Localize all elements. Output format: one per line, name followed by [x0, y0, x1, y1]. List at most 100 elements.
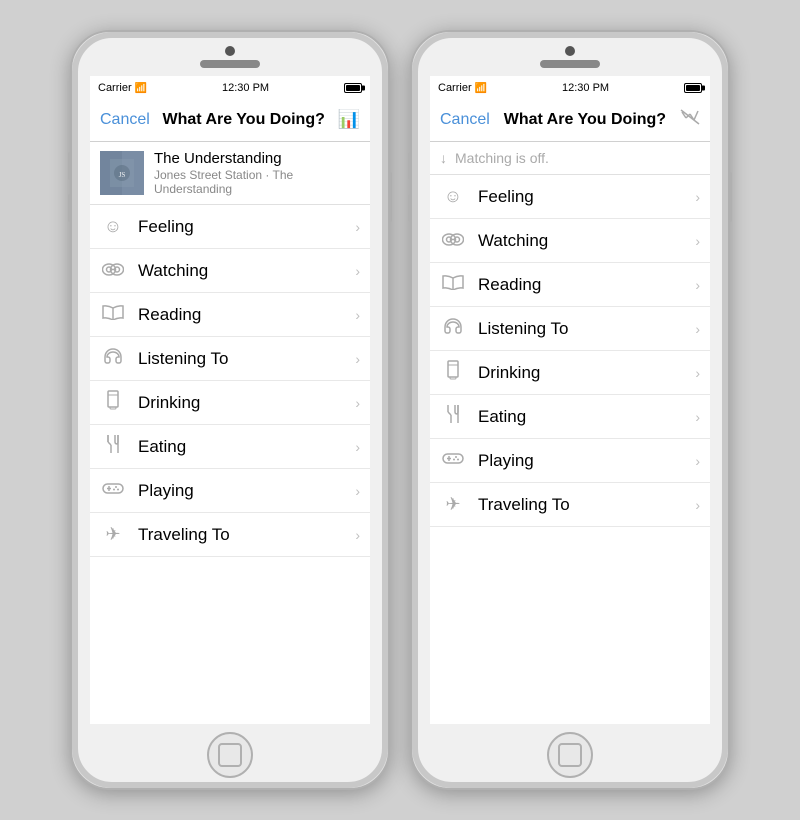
matching-arrow-icon: ↓ — [440, 150, 447, 166]
nav-title-2: What Are You Doing? — [504, 111, 666, 129]
traveling-label-2: Traveling To — [478, 495, 683, 515]
chart-disabled-icon-2[interactable] — [680, 108, 700, 131]
list-item-playing-2[interactable]: Playing › — [430, 439, 710, 483]
music-info: The Understanding Jones Street Station ·… — [154, 150, 360, 196]
music-title: The Understanding — [154, 150, 360, 167]
battery-icon-2 — [684, 83, 702, 93]
chevron-drinking-1: › — [355, 395, 360, 411]
chevron-playing-2: › — [695, 453, 700, 469]
side-button-volume-2 — [408, 194, 412, 222]
chevron-feeling-1: › — [355, 219, 360, 235]
home-button-2[interactable] — [547, 732, 593, 778]
side-button-power — [388, 172, 392, 222]
list-item-reading-1[interactable]: Reading › — [90, 293, 370, 337]
chevron-eating-2: › — [695, 409, 700, 425]
eating-icon-1 — [100, 434, 126, 459]
nav-bar-1: Cancel What Are You Doing? 📊 — [90, 98, 370, 142]
music-item[interactable]: JS The Understanding Jones Street Statio… — [90, 142, 370, 205]
time-label-2: 12:30 PM — [562, 82, 609, 94]
battery-fill-2 — [686, 85, 700, 91]
watching-icon-2 — [440, 230, 466, 251]
matching-off-banner: ↓ Matching is off. — [430, 142, 710, 175]
music-subtitle: Jones Street Station · The Understanding — [154, 168, 360, 196]
chevron-listening-2: › — [695, 321, 700, 337]
reading-icon-2 — [440, 274, 466, 295]
feeling-label-1: Feeling — [138, 217, 343, 237]
eating-label-2: Eating — [478, 407, 683, 427]
activity-list-2: ☺ Feeling › Watching — [430, 175, 710, 527]
watching-label-1: Watching — [138, 261, 343, 281]
phone-1-screen: Carrier 📶 12:30 PM Cancel What Are You D… — [90, 76, 370, 724]
status-bar-2: Carrier 📶 12:30 PM — [430, 76, 710, 98]
list-item-feeling-2[interactable]: ☺ Feeling › — [430, 175, 710, 219]
listening-label-1: Listening To — [138, 349, 343, 369]
list-item-reading-2[interactable]: Reading › — [430, 263, 710, 307]
feeling-label-2: Feeling — [478, 187, 683, 207]
chevron-traveling-2: › — [695, 497, 700, 513]
list-item-traveling-2[interactable]: ✈ Traveling To › — [430, 483, 710, 527]
front-camera — [225, 46, 235, 56]
cancel-button-2[interactable]: Cancel — [440, 111, 490, 129]
front-camera-2 — [565, 46, 575, 56]
listening-label-2: Listening To — [478, 319, 683, 339]
nav-bar-2: Cancel What Are You Doing? — [430, 98, 710, 142]
side-button-mute-2 — [408, 152, 412, 180]
traveling-icon-2: ✈ — [440, 494, 466, 515]
chevron-watching-2: › — [695, 233, 700, 249]
svg-text:JS: JS — [119, 171, 126, 179]
list-item-watching-1[interactable]: Watching › — [90, 249, 370, 293]
battery-icon — [344, 83, 362, 93]
chevron-eating-1: › — [355, 439, 360, 455]
chart-icon-1[interactable]: 📊 — [338, 109, 360, 130]
traveling-label-1: Traveling To — [138, 525, 343, 545]
home-button-1[interactable] — [207, 732, 253, 778]
chevron-feeling-2: › — [695, 189, 700, 205]
album-art: JS — [100, 151, 144, 195]
watching-label-2: Watching — [478, 231, 683, 251]
listening-icon-1 — [100, 347, 126, 370]
reading-icon-1 — [100, 304, 126, 325]
phone-2: Carrier 📶 12:30 PM Cancel What Are You D… — [410, 30, 730, 790]
playing-icon-2 — [440, 450, 466, 471]
list-item-eating-2[interactable]: Eating › — [430, 395, 710, 439]
cancel-button-1[interactable]: Cancel — [100, 111, 150, 129]
chevron-reading-2: › — [695, 277, 700, 293]
side-button-volume — [68, 194, 72, 222]
chevron-playing-1: › — [355, 483, 360, 499]
carrier-label-2: Carrier 📶 — [438, 82, 487, 94]
list-item-eating-1[interactable]: Eating › — [90, 425, 370, 469]
chevron-watching-1: › — [355, 263, 360, 279]
list-item-feeling-1[interactable]: ☺ Feeling › — [90, 205, 370, 249]
phones-container: Carrier 📶 12:30 PM Cancel What Are You D… — [70, 30, 730, 790]
battery-fill — [346, 85, 360, 91]
feeling-icon-1: ☺ — [100, 216, 126, 237]
list-item-drinking-2[interactable]: Drinking › — [430, 351, 710, 395]
phone-1: Carrier 📶 12:30 PM Cancel What Are You D… — [70, 30, 390, 790]
list-item-drinking-1[interactable]: Drinking › — [90, 381, 370, 425]
eating-label-1: Eating — [138, 437, 343, 457]
chevron-traveling-1: › — [355, 527, 360, 543]
battery-area — [344, 83, 362, 93]
side-button-power-2 — [728, 172, 732, 222]
time-label: 12:30 PM — [222, 82, 269, 94]
playing-label-2: Playing — [478, 451, 683, 471]
wifi-icon-2: 📶 — [475, 83, 487, 94]
drinking-label-2: Drinking — [478, 363, 683, 383]
list-item-traveling-1[interactable]: ✈ Traveling To › — [90, 513, 370, 557]
carrier-label: Carrier 📶 — [98, 82, 147, 94]
list-item-watching-2[interactable]: Watching › — [430, 219, 710, 263]
list-item-listening-1[interactable]: Listening To › — [90, 337, 370, 381]
watching-icon-1 — [100, 260, 126, 281]
chevron-reading-1: › — [355, 307, 360, 323]
nav-title-1: What Are You Doing? — [163, 111, 325, 129]
activity-list-1: ☺ Feeling › Watching — [90, 205, 370, 557]
drinking-label-1: Drinking — [138, 393, 343, 413]
list-item-listening-2[interactable]: Listening To › — [430, 307, 710, 351]
chevron-drinking-2: › — [695, 365, 700, 381]
battery-area-2 — [684, 83, 702, 93]
playing-label-1: Playing — [138, 481, 343, 501]
chevron-listening-1: › — [355, 351, 360, 367]
list-item-playing-1[interactable]: Playing › — [90, 469, 370, 513]
phone-2-screen: Carrier 📶 12:30 PM Cancel What Are You D… — [430, 76, 710, 724]
wifi-icon: 📶 — [135, 83, 147, 94]
